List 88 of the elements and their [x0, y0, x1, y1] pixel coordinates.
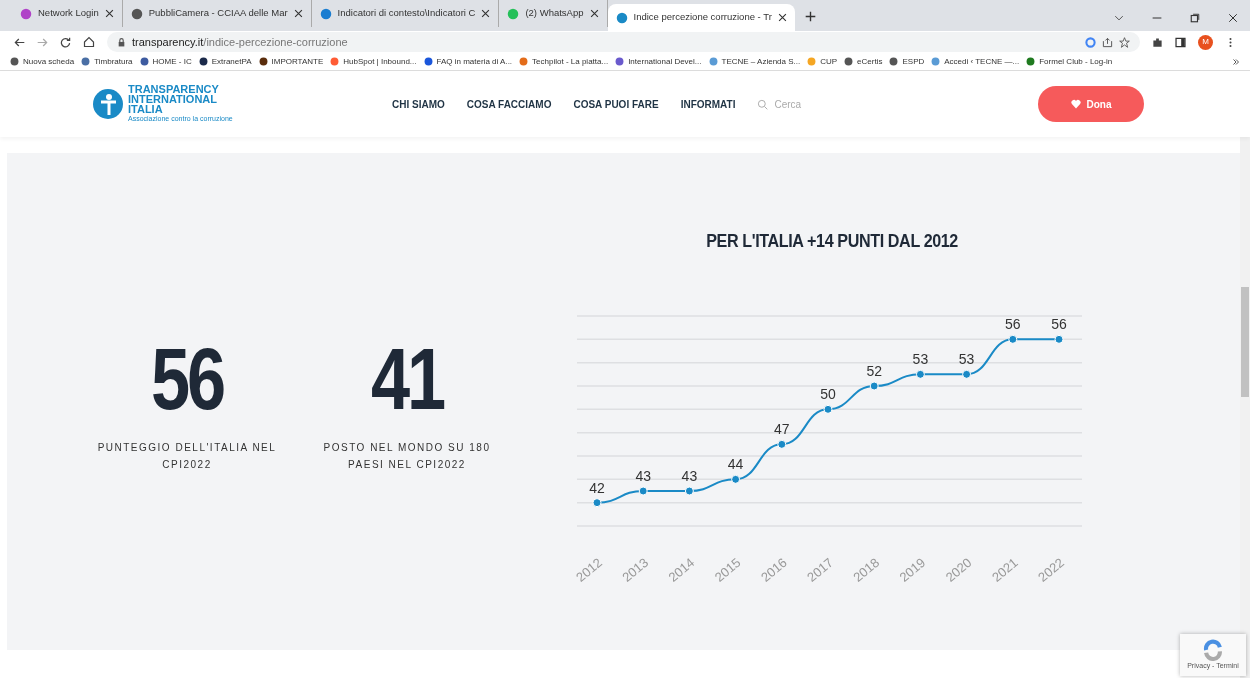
scrollbar-thumb[interactable] — [1241, 287, 1249, 397]
nav-link[interactable]: CHI SIAMO — [392, 96, 445, 112]
data-point — [592, 497, 602, 507]
browser-tab[interactable]: PubbliCamera - CCIAA delle Mar — [122, 0, 312, 27]
stat-label: PUNTEGGIO DELL'ITALIA NEL CPI2022 — [97, 441, 277, 472]
data-point — [962, 369, 972, 379]
restore-icon — [1190, 13, 1200, 23]
address-bar[interactable]: transparency.it/indice-percezione-corruzione — [107, 32, 1140, 52]
recaptcha-icon — [1202, 638, 1224, 661]
nav-link[interactable]: COSA FACCIAMO — [466, 96, 552, 112]
data-label: 53 — [912, 350, 929, 367]
logo-icon — [92, 88, 124, 120]
data-point — [869, 381, 879, 390]
data-label: 43 — [635, 467, 651, 484]
tab-title: (2) WhatsApp — [525, 6, 584, 21]
forward-arrow-icon — [37, 36, 48, 48]
stat-number: 41 — [371, 339, 443, 419]
data-label: 50 — [820, 385, 836, 402]
bookmark[interactable]: HOME - IC — [139, 55, 192, 68]
data-point — [915, 369, 925, 379]
data-label: 52 — [866, 362, 882, 379]
bookmark[interactable]: Formel Club - Log-in — [1026, 55, 1113, 68]
bookmark[interactable]: International Devel... — [615, 55, 702, 68]
data-label: 56 — [1051, 315, 1067, 332]
close-icon — [481, 9, 491, 18]
search-field[interactable]: Cerca — [774, 96, 895, 112]
data-point — [731, 474, 741, 484]
data-label: 44 — [727, 455, 744, 472]
browser-tab[interactable]: Indicatori di contesto\Indicatori C — [311, 0, 500, 27]
close-icon — [104, 9, 114, 18]
bookmark[interactable]: Nuova scheda — [10, 55, 75, 68]
bookmark[interactable]: TECNE – Azienda S... — [708, 55, 801, 68]
data-point — [638, 486, 648, 495]
data-label: 56 — [1005, 315, 1021, 332]
data-point — [1054, 334, 1064, 344]
favicon-icon — [130, 7, 143, 20]
star-icon — [1119, 36, 1130, 48]
share-icon — [1102, 36, 1113, 48]
data-point — [684, 486, 694, 495]
close-icon — [777, 13, 787, 22]
bookmark[interactable]: IMPORTANTE — [258, 55, 324, 68]
data-point — [1008, 334, 1018, 344]
reload-icon — [60, 36, 71, 48]
tab-title: PubbliCamera - CCIAA delle Mar — [148, 6, 288, 21]
data-point — [777, 439, 787, 449]
bookmark[interactable]: HubSpot | Inbound... — [330, 55, 417, 68]
plus-icon — [804, 11, 816, 22]
bookmark[interactable]: Techpilot - La piatta... — [519, 55, 609, 68]
home-icon — [83, 36, 95, 48]
bookmark[interactable]: Timbratura — [81, 55, 133, 68]
data-label: 53 — [958, 350, 975, 367]
tab-title: Indicatori di contesto\Indicatori C — [337, 6, 476, 21]
bookmark[interactable]: ESPD — [889, 55, 925, 68]
chevron-down-icon — [1114, 13, 1124, 23]
search-icon — [757, 98, 769, 110]
chart-title: PER L'ITALIA +14 PUNTI DAL 2012 — [706, 229, 958, 253]
url-text: transparency.it/indice-percezione-corruzione — [132, 34, 348, 50]
data-point — [823, 404, 833, 414]
stat-number: 56 — [151, 339, 223, 419]
back-arrow-icon — [14, 36, 25, 48]
close-icon — [589, 9, 599, 18]
profile-avatar[interactable]: M — [1198, 34, 1213, 50]
favicon-icon — [507, 7, 520, 20]
bookmark[interactable]: FAQ in materia di A... — [423, 55, 513, 68]
browser-tab[interactable]: (2) WhatsApp — [499, 0, 608, 27]
bookmark[interactable]: eCertis — [844, 55, 883, 68]
browser-tab[interactable]: Indice percezione corruzione - Tr — [607, 4, 795, 31]
favicon-icon — [319, 7, 332, 20]
bookmark[interactable]: Accedi ‹ TECNE —... — [931, 55, 1020, 68]
favicon-icon — [20, 7, 32, 20]
data-label: 43 — [681, 467, 698, 484]
tab-title: Indice percezione corruzione - Tr — [633, 10, 772, 25]
data-label: 42 — [589, 479, 605, 496]
lock-icon — [117, 37, 126, 47]
bookmark[interactable]: ExtranetPA — [198, 55, 252, 68]
nav-link[interactable]: COSA PUOI FARE — [573, 96, 659, 112]
nav-link[interactable]: INFORMATI — [680, 96, 736, 112]
bookmark[interactable]: CUP — [807, 55, 838, 68]
tab-title: Network Login — [38, 6, 99, 21]
more-bookmarks-icon — [1232, 57, 1240, 66]
stat-label: POSTO NEL MONDO SU 180 PAESI NEL CPI2022 — [322, 441, 492, 472]
favicon-icon — [615, 11, 628, 24]
sidebar-icon — [1175, 36, 1186, 48]
close-icon — [293, 9, 303, 18]
close-icon — [1228, 13, 1238, 23]
browser-tab[interactable]: Network Login — [12, 0, 123, 27]
heart-icon — [1070, 99, 1081, 109]
data-label: 47 — [774, 420, 790, 437]
